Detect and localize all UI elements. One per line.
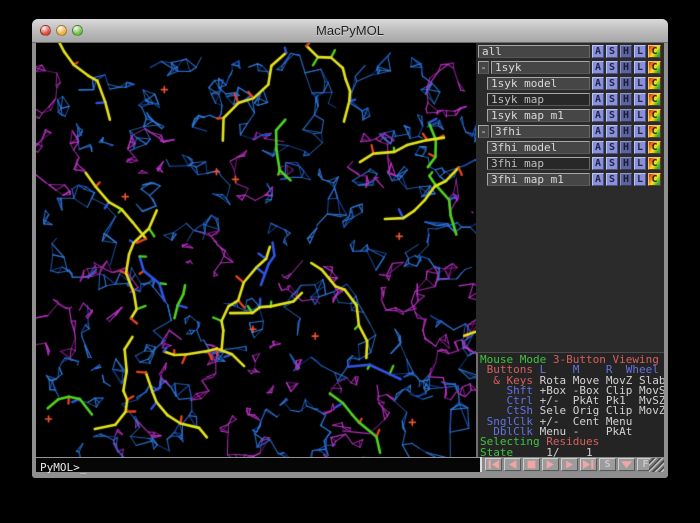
object-row-all: allASHLC <box>476 44 664 60</box>
vcr-go-to-start-button[interactable] <box>485 458 502 471</box>
color-button-all[interactable]: C <box>648 45 661 58</box>
label-button-all[interactable]: L <box>634 45 646 58</box>
label-button-1syk_model[interactable]: L <box>634 77 646 90</box>
collapse-toggle-1syk[interactable]: - <box>478 61 489 74</box>
label-button-1syk_map_m1[interactable]: L <box>634 109 646 122</box>
desktop-background: MacPyMOL allASHLC-1sykASHLC1syk_modelASH… <box>0 0 700 523</box>
label-button-3fhi_model[interactable]: L <box>634 141 646 154</box>
object-name-1syk_map[interactable]: 1syk_map <box>487 93 590 106</box>
show-button-3fhi_map_m1[interactable]: S <box>606 173 618 186</box>
vcr-play-button[interactable] <box>542 458 559 471</box>
hide-button-3fhi_model[interactable]: H <box>620 141 632 154</box>
hide-button-3fhi_map_m1[interactable]: H <box>620 173 632 186</box>
object-row-1syk: -1sykASHLC <box>476 60 664 76</box>
action-button-1syk_map_m1[interactable]: A <box>592 109 604 122</box>
action-button-1syk_model[interactable]: A <box>592 77 604 90</box>
color-button-3fhi_map_m1[interactable]: C <box>648 173 661 186</box>
color-button-3fhi[interactable]: C <box>648 125 661 138</box>
show-button-1syk[interactable]: S <box>606 61 618 74</box>
action-button-3fhi_map[interactable]: A <box>592 157 604 170</box>
object-row-1syk_map: 1syk_mapASHLC <box>476 92 664 108</box>
show-button-3fhi_model[interactable]: S <box>606 141 618 154</box>
label-button-3fhi[interactable]: L <box>634 125 646 138</box>
object-row-1syk_model: 1syk_modelASHLC <box>476 76 664 92</box>
label-button-1syk[interactable]: L <box>634 61 646 74</box>
action-button-1syk_map[interactable]: A <box>592 93 604 106</box>
vcr-step-back-button[interactable] <box>504 458 521 471</box>
color-button-3fhi_model[interactable]: C <box>648 141 661 154</box>
object-row-3fhi_model: 3fhi_modelASHLC <box>476 140 664 156</box>
label-button-1syk_map[interactable]: L <box>634 93 646 106</box>
command-prompt: PyMOL>_ <box>36 461 86 475</box>
command-input-bar[interactable]: PyMOL>_ <box>36 457 480 472</box>
hide-button-3fhi[interactable]: H <box>620 125 632 138</box>
vcr-scene-button[interactable]: S <box>599 458 616 471</box>
object-name-1syk_map_m1[interactable]: 1syk_map_m1 <box>487 109 590 122</box>
hide-button-all[interactable]: H <box>620 45 632 58</box>
object-row-1syk_map_m1: 1syk_map_m1ASHLC <box>476 108 664 124</box>
mouse-panel-line-9: State 1/ 1 <box>480 448 664 457</box>
vcr-go-to-end-button[interactable] <box>580 458 597 471</box>
show-button-all[interactable]: S <box>606 45 618 58</box>
object-name-1syk[interactable]: 1syk <box>491 61 590 74</box>
action-button-3fhi[interactable]: A <box>592 125 604 138</box>
movie-controls-bar: SF <box>480 457 664 472</box>
show-button-1syk_model[interactable]: S <box>606 77 618 90</box>
color-button-1syk_model[interactable]: C <box>648 77 661 90</box>
object-row-3fhi_map_m1: 3fhi_map_m1ASHLC <box>476 172 664 188</box>
object-name-3fhi[interactable]: 3fhi <box>491 125 590 138</box>
object-name-3fhi_map_m1[interactable]: 3fhi_map_m1 <box>487 173 590 186</box>
window-content: allASHLC-1sykASHLC1syk_modelASHLC1syk_ma… <box>36 43 664 472</box>
vcr-buttons: SF <box>485 458 654 471</box>
mouse-mode-panel[interactable]: Mouse Mode 3-Button Viewing Buttons L M … <box>476 352 664 457</box>
label-button-3fhi_map_m1[interactable]: L <box>634 173 646 186</box>
color-button-1syk_map[interactable]: C <box>648 93 661 106</box>
hide-button-1syk_map_m1[interactable]: H <box>620 109 632 122</box>
object-name-all[interactable]: all <box>478 45 590 58</box>
action-button-all[interactable]: A <box>592 45 604 58</box>
object-name-3fhi_model[interactable]: 3fhi_model <box>487 141 590 154</box>
vcr-dropdown-button[interactable] <box>618 458 635 471</box>
hide-button-1syk_map[interactable]: H <box>620 93 632 106</box>
vcr-step-forward-button[interactable] <box>561 458 578 471</box>
label-button-3fhi_map[interactable]: L <box>634 157 646 170</box>
collapse-toggle-3fhi[interactable]: - <box>478 125 489 138</box>
vcr-stop-button[interactable] <box>523 458 540 471</box>
show-button-1syk_map_m1[interactable]: S <box>606 109 618 122</box>
color-button-3fhi_map[interactable]: C <box>648 157 661 170</box>
sidebar-panel: allASHLC-1sykASHLC1syk_modelASHLC1syk_ma… <box>476 43 664 457</box>
object-row-3fhi: -3fhiASHLC <box>476 124 664 140</box>
viewport-canvas[interactable] <box>36 43 476 457</box>
color-button-1syk_map_m1[interactable]: C <box>648 109 661 122</box>
action-button-3fhi_model[interactable]: A <box>592 141 604 154</box>
show-button-3fhi[interactable]: S <box>606 125 618 138</box>
color-button-1syk[interactable]: C <box>648 61 661 74</box>
object-name-1syk_model[interactable]: 1syk_model <box>487 77 590 90</box>
action-button-3fhi_map_m1[interactable]: A <box>592 173 604 186</box>
object-name-3fhi_map[interactable]: 3fhi_map <box>487 157 590 170</box>
object-list: allASHLC-1sykASHLC1syk_modelASHLC1syk_ma… <box>476 44 664 188</box>
macpymol-window: MacPyMOL allASHLC-1sykASHLC1syk_modelASH… <box>32 19 668 478</box>
hide-button-1syk[interactable]: H <box>620 61 632 74</box>
show-button-1syk_map[interactable]: S <box>606 93 618 106</box>
hide-button-1syk_model[interactable]: H <box>620 77 632 90</box>
action-button-1syk[interactable]: A <box>592 61 604 74</box>
titlebar[interactable]: MacPyMOL <box>32 19 668 43</box>
window-title: MacPyMOL <box>32 23 668 38</box>
show-button-3fhi_map[interactable]: S <box>606 157 618 170</box>
hide-button-3fhi_map[interactable]: H <box>620 157 632 170</box>
resize-grip[interactable] <box>649 458 664 472</box>
object-row-3fhi_map: 3fhi_mapASHLC <box>476 156 664 172</box>
